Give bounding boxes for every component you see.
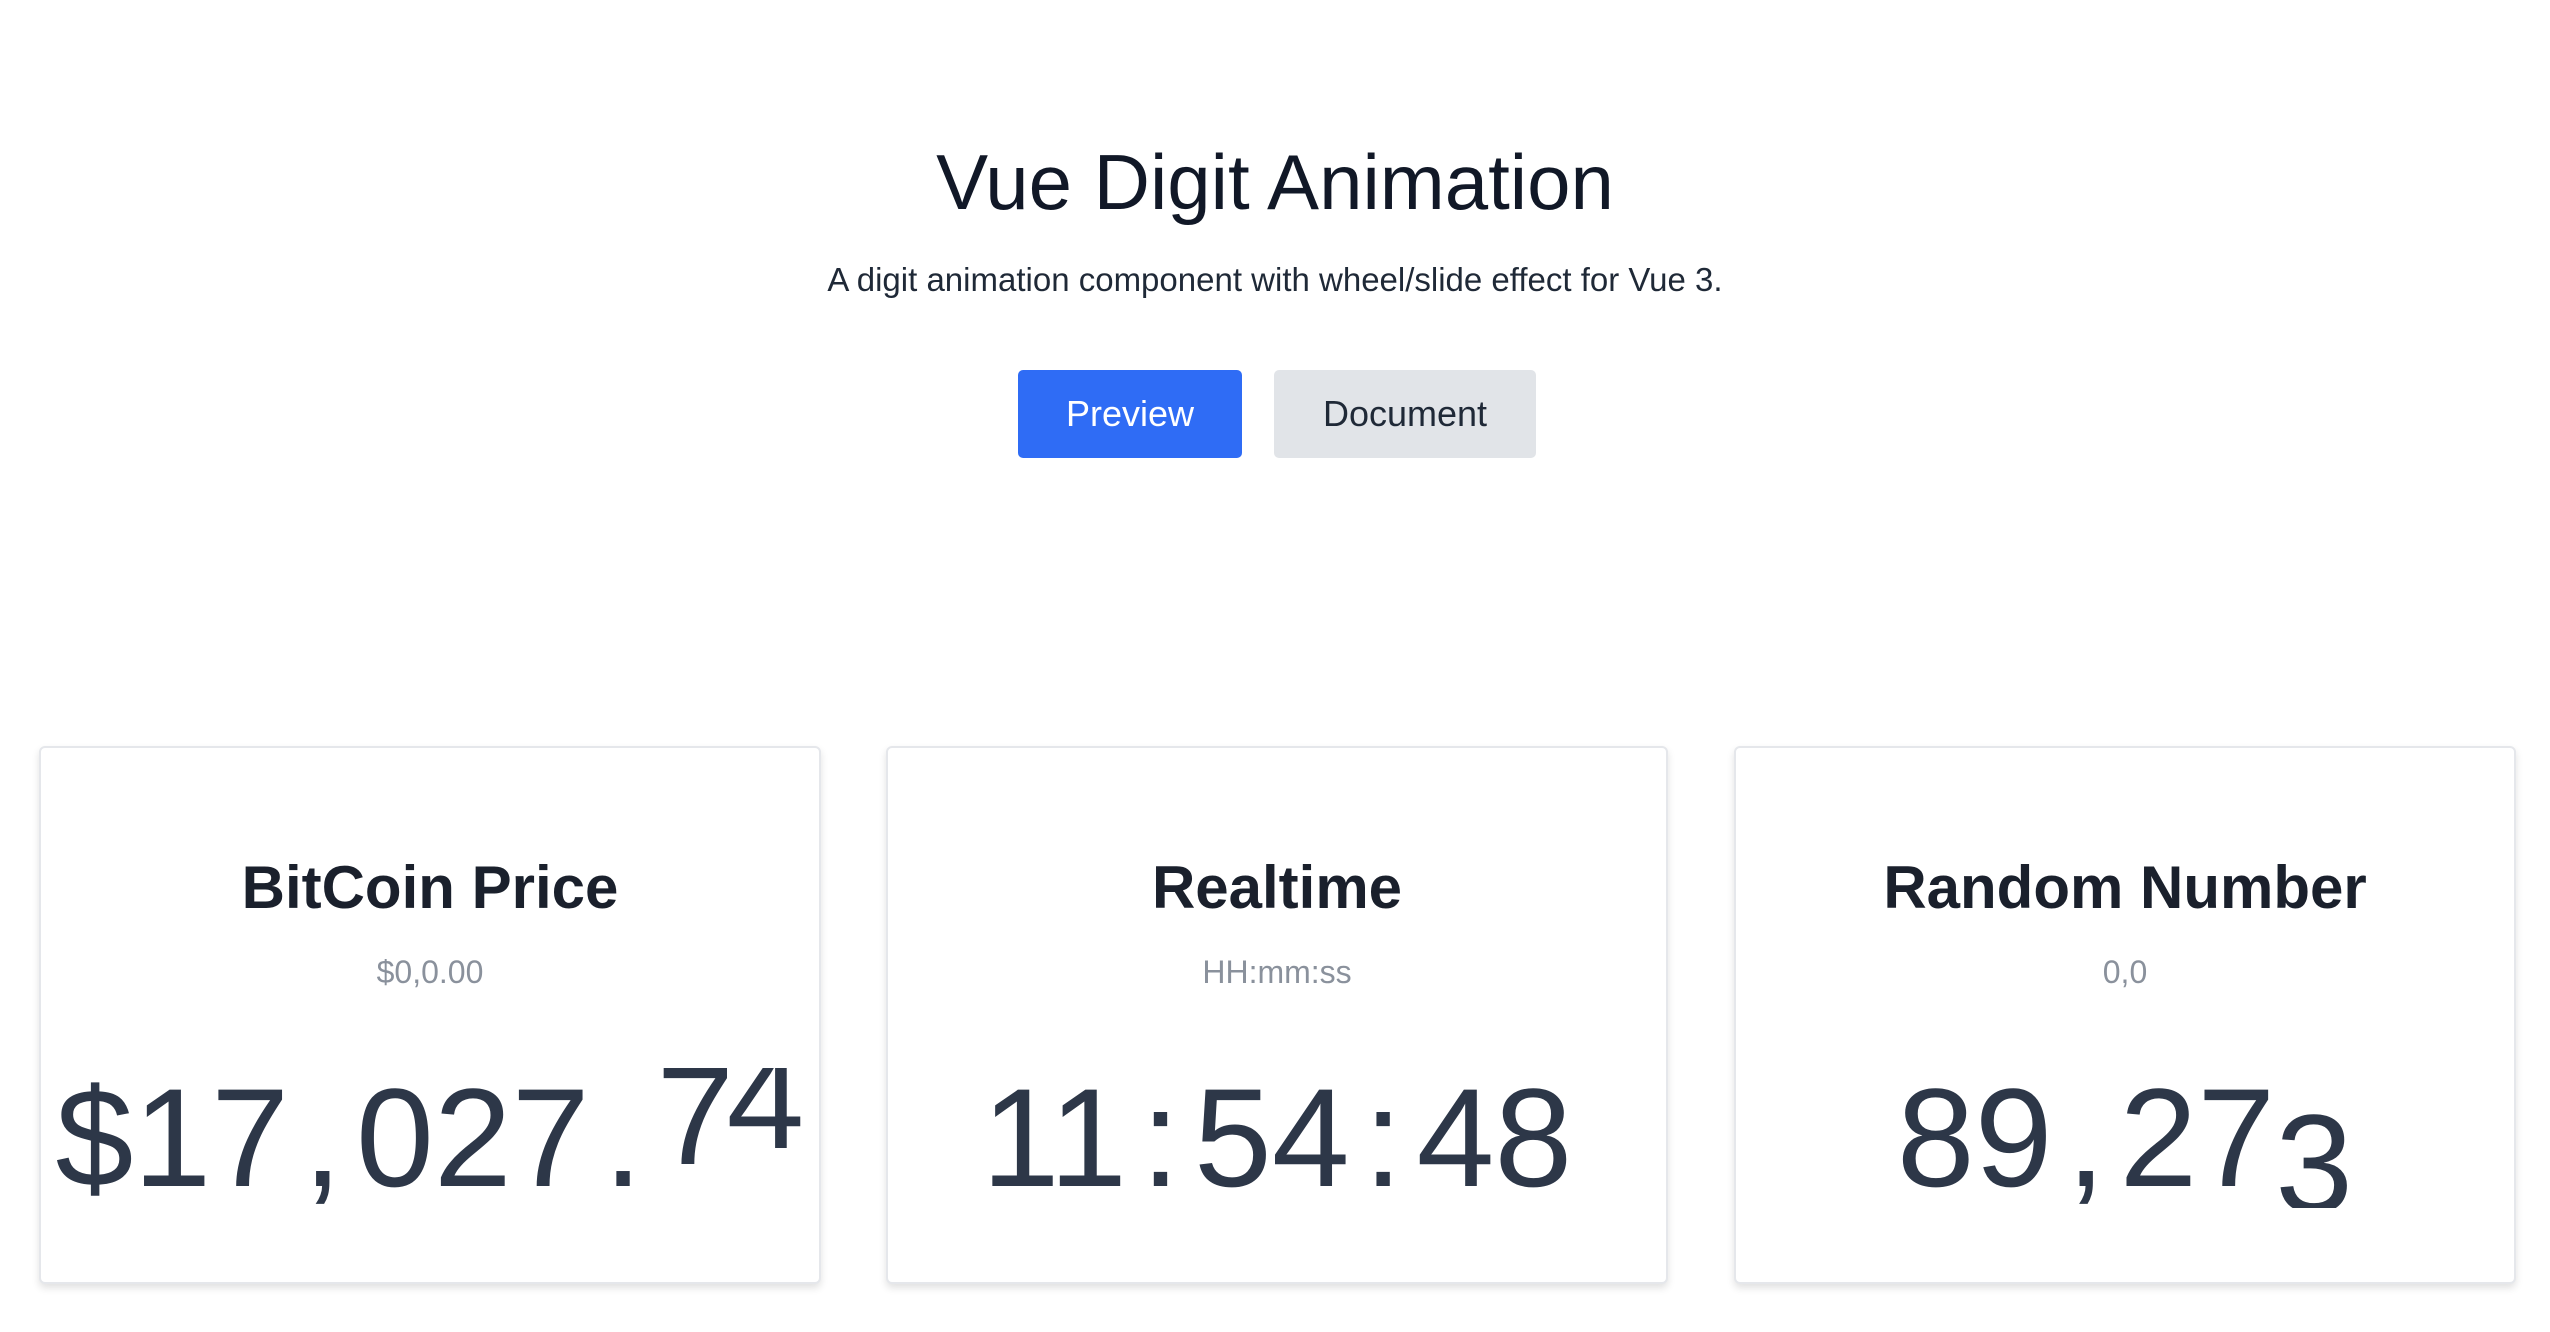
rolling-digit-value: 7 bbox=[657, 1068, 727, 1186]
comma-separator: , bbox=[303, 1059, 342, 1208]
rolling-digit: 4 bbox=[727, 1068, 805, 1208]
digit-group: 89 bbox=[1896, 1059, 2053, 1208]
minutes-digits: 54 bbox=[1193, 1059, 1350, 1208]
rolling-digit: 7 bbox=[657, 1068, 727, 1208]
page-subtitle: A digit animation component with wheel/s… bbox=[827, 261, 1723, 298]
decimal-point: . bbox=[603, 1059, 643, 1208]
card-title: BitCoin Price bbox=[241, 854, 619, 921]
rolling-digit-value: 3 bbox=[2275, 1085, 2354, 1209]
page: Vue Digit Animation A digit animation co… bbox=[0, 0, 2550, 1332]
card-format: $0,0.00 bbox=[376, 954, 484, 990]
random-number-card: Random Number 0,0 89 , 27 3 bbox=[1734, 746, 2516, 1284]
document-button[interactable]: Document bbox=[1274, 370, 1536, 458]
realtime-digits: 11 : 54 : 48 bbox=[888, 1058, 1666, 1208]
colon-separator: : bbox=[1141, 1059, 1180, 1208]
realtime-card: Realtime HH:mm:ss 11 : 54 : 48 bbox=[886, 746, 1668, 1284]
digit-group: 17 bbox=[133, 1059, 290, 1208]
random-number-digits: 89 , 27 3 bbox=[1736, 1058, 2514, 1209]
digit-group: 027 bbox=[356, 1059, 590, 1208]
currency-symbol: $ bbox=[55, 1059, 134, 1208]
card-format: 0,0 bbox=[2102, 954, 2148, 990]
seconds-digits: 48 bbox=[1416, 1059, 1573, 1208]
card-title: Random Number bbox=[1883, 854, 2367, 921]
comma-separator: , bbox=[2066, 1059, 2106, 1208]
card-format: HH:mm:ss bbox=[1202, 954, 1352, 990]
digit-group: 27 bbox=[2119, 1059, 2276, 1208]
rolling-digit: 3 bbox=[2275, 1068, 2354, 1209]
bitcoin-price-digits: $ 17 , 027 . 7 4 bbox=[41, 1058, 819, 1208]
colon-separator: : bbox=[1363, 1059, 1403, 1208]
bitcoin-price-card: BitCoin Price $0,0.00 $ 17 , 027 . 7 4 bbox=[39, 746, 821, 1284]
page-title: Vue Digit Animation bbox=[936, 138, 1614, 226]
preview-button[interactable]: Preview bbox=[1018, 370, 1242, 458]
hours-digits: 11 bbox=[981, 1059, 1128, 1208]
card-title: Realtime bbox=[1151, 854, 1403, 921]
rolling-digit-value: 4 bbox=[726, 1068, 805, 1178]
